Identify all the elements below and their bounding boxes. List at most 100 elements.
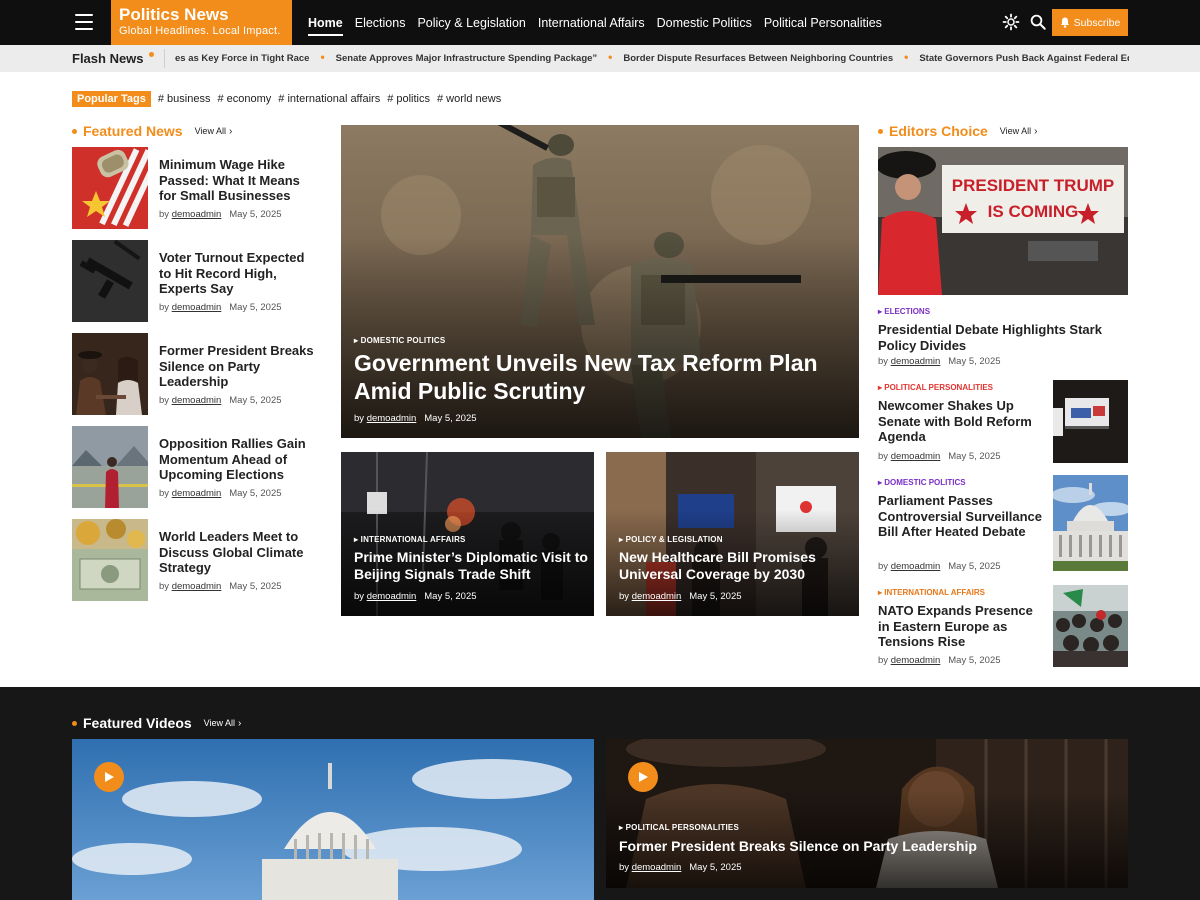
article-title[interactable]: Presidential Debate Highlights Stark Pol…	[878, 322, 1128, 353]
author-link[interactable]: demoadmin	[172, 581, 222, 592]
article-date: May 5, 2025	[689, 591, 742, 602]
article-date: May 5, 2025	[948, 451, 1001, 462]
category-label[interactable]: ▸ DOMESTIC POLITICS	[878, 478, 966, 487]
bullet-icon	[878, 128, 883, 134]
news-ticker: es as Key Force in Tight Race • Senate A…	[175, 45, 1129, 72]
nav-home[interactable]: Home	[308, 16, 343, 36]
tag-international-affairs[interactable]: # international affairs	[278, 93, 380, 105]
campaign-banner-image: PRESIDENT TRUMP IS COMING	[878, 147, 1128, 295]
news-thumbnail[interactable]	[72, 147, 148, 229]
author-link[interactable]: demoadmin	[172, 302, 222, 313]
author-link[interactable]: demoadmin	[172, 488, 222, 499]
article-meta: by demoadmin May 5, 2025	[878, 451, 1001, 462]
popular-tags-label: Popular Tags	[72, 91, 151, 107]
category-label[interactable]: ▸ INTERNATIONAL AFFAIRS	[878, 588, 985, 597]
category-label[interactable]: ▸ ELECTIONS	[878, 307, 930, 316]
live-dot-icon	[149, 52, 154, 57]
play-button[interactable]	[94, 762, 124, 792]
nav-international-affairs[interactable]: International Affairs	[538, 16, 645, 30]
video-card[interactable]: ▸ POLITICAL PERSONALITIES Former Preside…	[606, 739, 1128, 888]
tag-business[interactable]: # business	[158, 93, 211, 105]
byline-prefix: by	[159, 581, 170, 592]
author-link[interactable]: demoadmin	[891, 561, 941, 572]
article-title[interactable]: Opposition Rallies Gain Momentum Ahead o…	[159, 436, 319, 483]
featured-videos-section: Featured Videos View All › ▸ POLITICAL P…	[0, 687, 1200, 900]
byline-prefix: by	[619, 862, 630, 873]
menu-icon[interactable]	[75, 14, 93, 30]
subscribe-button[interactable]: Subscribe	[1052, 9, 1128, 36]
ticker-item[interactable]: es as Key Force in Tight Race	[175, 53, 309, 64]
tag-politics[interactable]: # politics	[387, 93, 430, 105]
news-thumbnail[interactable]	[1053, 585, 1128, 667]
news-thumbnail[interactable]	[72, 519, 148, 601]
category-label[interactable]: ▸ INTERNATIONAL AFFAIRS	[354, 535, 466, 544]
view-all-link[interactable]: View All	[195, 126, 226, 136]
news-thumbnail[interactable]	[1053, 380, 1128, 463]
play-icon	[105, 772, 114, 782]
sub-article-card[interactable]: ▸ INTERNATIONAL AFFAIRS Prime Minister’s…	[341, 452, 594, 616]
byline-prefix: by	[354, 591, 365, 602]
bullet-icon	[72, 128, 77, 134]
article-meta: by demoadmin May 5, 2025	[159, 395, 282, 406]
article-title[interactable]: New Healthcare Bill Promises Universal C…	[619, 549, 854, 583]
category-label[interactable]: ▸ POLITICAL PERSONALITIES	[878, 383, 993, 392]
article-title[interactable]: Former President Breaks Silence on Party…	[159, 343, 319, 390]
article-meta: by demoadmin May 5, 2025	[159, 302, 282, 313]
ticker-item[interactable]: Border Dispute Resurfaces Between Neighb…	[623, 53, 893, 64]
author-link[interactable]: demoadmin	[367, 413, 417, 424]
author-link[interactable]: demoadmin	[891, 356, 941, 367]
editors-lead-card[interactable]: PRESIDENT TRUMP IS COMING	[878, 147, 1128, 295]
news-thumbnail[interactable]	[72, 333, 148, 415]
nav-policy-legislation[interactable]: Policy & Legislation	[417, 16, 525, 30]
tag-economy[interactable]: # economy	[217, 93, 271, 105]
screens-image	[1053, 380, 1128, 463]
hero-title[interactable]: Government Unveils New Tax Reform Plan A…	[354, 349, 844, 405]
author-link[interactable]: demoadmin	[172, 209, 222, 220]
tag-world-news[interactable]: # world news	[437, 93, 501, 105]
category-label[interactable]: ▸ POLITICAL PERSONALITIES	[619, 823, 739, 832]
ticker-item[interactable]: State Governors Push Back Against Federa…	[919, 53, 1129, 64]
author-link[interactable]: demoadmin	[367, 591, 417, 602]
sub-article-card[interactable]: ▸ POLICY & LEGISLATION New Healthcare Bi…	[606, 452, 859, 616]
author-link[interactable]: demoadmin	[172, 395, 222, 406]
article-date: May 5, 2025	[424, 591, 477, 602]
byline-prefix: by	[878, 655, 889, 666]
video-title[interactable]: Former President Breaks Silence on Party…	[619, 838, 1099, 855]
chevron-right-icon: ›	[1034, 125, 1038, 137]
article-title[interactable]: Minimum Wage Hike Passed: What It Means …	[159, 157, 319, 204]
view-all-link[interactable]: View All	[1000, 126, 1031, 136]
article-date: May 5, 2025	[948, 561, 1001, 572]
article-title[interactable]: World Leaders Meet to Discuss Global Cli…	[159, 529, 319, 576]
search-icon[interactable]	[1029, 13, 1047, 31]
settings-icon[interactable]	[1002, 13, 1020, 31]
article-title[interactable]: Prime Minister’s Diplomatic Visit to Bei…	[354, 549, 589, 583]
news-thumbnail[interactable]	[72, 240, 148, 322]
article-title[interactable]: Voter Turnout Expected to Hit Record Hig…	[159, 250, 319, 297]
nav-domestic-politics[interactable]: Domestic Politics	[657, 16, 752, 30]
category-label[interactable]: ▸ DOMESTIC POLITICS	[354, 336, 445, 345]
view-all-link[interactable]: View All	[204, 718, 235, 728]
article-title[interactable]: Parliament Passes Controversial Surveill…	[878, 493, 1043, 540]
author-link[interactable]: demoadmin	[632, 862, 682, 873]
site-logo[interactable]: Politics News Global Headlines. Local Im…	[111, 0, 292, 45]
ticker-item[interactable]: Senate Approves Major Infrastructure Spe…	[336, 53, 598, 64]
article-date: May 5, 2025	[229, 209, 282, 220]
author-link[interactable]: demoadmin	[891, 655, 941, 666]
play-button[interactable]	[628, 762, 658, 792]
header-icons	[1002, 13, 1047, 31]
video-card[interactable]	[72, 739, 594, 900]
nav-political-personalities[interactable]: Political Personalities	[764, 16, 882, 30]
article-title[interactable]: NATO Expands Presence in Eastern Europe …	[878, 603, 1043, 650]
news-thumbnail[interactable]	[1053, 475, 1128, 571]
ticker-separator-icon: •	[904, 50, 909, 64]
author-link[interactable]: demoadmin	[891, 451, 941, 462]
hero-article-card[interactable]: ▸ DOMESTIC POLITICS Government Unveils N…	[341, 125, 859, 438]
news-thumbnail[interactable]	[72, 426, 148, 508]
article-title[interactable]: Newcomer Shakes Up Senate with Bold Refo…	[878, 398, 1043, 445]
article-meta: by demoadmin May 5, 2025	[619, 862, 742, 873]
nav-elections[interactable]: Elections	[355, 16, 406, 30]
category-label[interactable]: ▸ POLICY & LEGISLATION	[619, 535, 723, 544]
author-link[interactable]: demoadmin	[632, 591, 682, 602]
reporter-image	[72, 426, 148, 508]
section-title: Featured News	[83, 123, 183, 139]
